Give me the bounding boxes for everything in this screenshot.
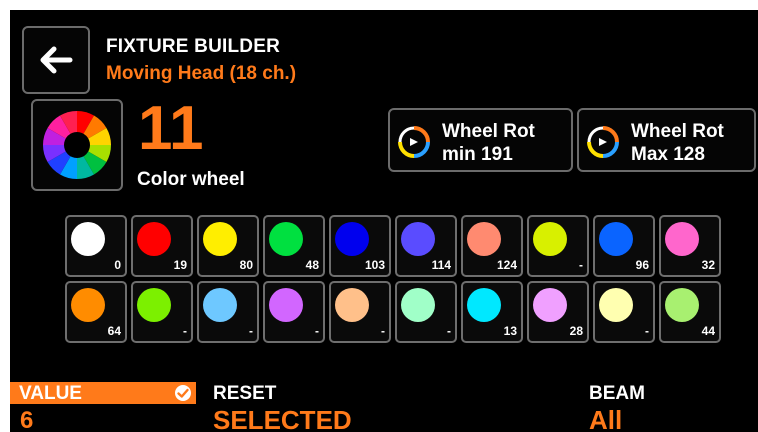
color-swatch bbox=[533, 288, 567, 322]
color-slot-value: 0 bbox=[114, 258, 121, 272]
color-swatch bbox=[335, 288, 369, 322]
color-swatch bbox=[71, 288, 105, 322]
color-slot[interactable]: 32 bbox=[659, 215, 721, 277]
color-slot[interactable]: 114 bbox=[395, 215, 457, 277]
arrow-left-icon bbox=[40, 46, 73, 74]
color-slot-value: 124 bbox=[496, 258, 517, 272]
color-slot-value: 64 bbox=[107, 324, 121, 338]
wheel-number: 11 bbox=[138, 94, 204, 163]
check-circle-icon bbox=[175, 385, 191, 401]
color-slot-value: 32 bbox=[701, 258, 715, 272]
color-slot[interactable]: - bbox=[197, 281, 259, 343]
color-slot-value: 44 bbox=[701, 324, 715, 338]
color-slot-value: - bbox=[579, 258, 583, 272]
color-slot-value: - bbox=[447, 324, 451, 338]
color-slot-value: - bbox=[249, 324, 253, 338]
color-slot-value: 103 bbox=[364, 258, 385, 272]
value-number: 6 bbox=[20, 407, 34, 432]
beam-all-button[interactable]: All bbox=[589, 405, 622, 432]
rot-min-value: min 191 bbox=[442, 144, 513, 165]
wheel-rot-min-button[interactable]: Wheel Rot min 191 bbox=[388, 108, 573, 172]
color-slot[interactable]: 28 bbox=[527, 281, 589, 343]
color-slot-value: 80 bbox=[239, 258, 253, 272]
color-slot[interactable]: 44 bbox=[659, 281, 721, 343]
color-swatch bbox=[269, 288, 303, 322]
color-swatch bbox=[203, 222, 237, 256]
color-swatch bbox=[137, 288, 171, 322]
color-slot-value: 96 bbox=[635, 258, 649, 272]
rot-max-value: Max 128 bbox=[631, 144, 705, 165]
color-slot-value: 114 bbox=[431, 258, 451, 272]
color-slot[interactable]: - bbox=[263, 281, 325, 343]
reset-selected-button[interactable]: SELECTED bbox=[213, 405, 352, 432]
value-tab[interactable]: VALUE bbox=[10, 382, 196, 404]
color-slot[interactable]: 96 bbox=[593, 215, 655, 277]
value-label: VALUE bbox=[19, 383, 82, 404]
rot-min-label: Wheel Rot bbox=[442, 121, 535, 142]
rotation-icon bbox=[587, 126, 619, 158]
wheel-label: Color wheel bbox=[137, 169, 245, 190]
color-swatch bbox=[599, 288, 633, 322]
color-slot[interactable]: 0 bbox=[65, 215, 127, 277]
color-slot-value: - bbox=[315, 324, 319, 338]
color-swatch bbox=[137, 222, 171, 256]
color-slot[interactable]: - bbox=[395, 281, 457, 343]
color-swatch bbox=[665, 288, 699, 322]
color-slot-value: 28 bbox=[569, 324, 583, 338]
color-swatch bbox=[335, 222, 369, 256]
color-swatch bbox=[269, 222, 303, 256]
page-title: FIXTURE BUILDER bbox=[106, 36, 280, 57]
rotation-icon bbox=[398, 126, 430, 158]
rot-max-label: Wheel Rot bbox=[631, 121, 724, 142]
color-slot-value: 13 bbox=[503, 324, 517, 338]
color-wheel-icon bbox=[43, 111, 111, 179]
color-slot[interactable]: 124 bbox=[461, 215, 523, 277]
color-slot[interactable]: - bbox=[131, 281, 193, 343]
reset-label[interactable]: RESET bbox=[213, 383, 276, 405]
color-swatch bbox=[467, 288, 501, 322]
fixture-name: Moving Head (18 ch.) bbox=[106, 63, 297, 84]
color-slot[interactable]: 13 bbox=[461, 281, 523, 343]
wheel-rot-max-button[interactable]: Wheel Rot Max 128 bbox=[577, 108, 756, 172]
beam-label[interactable]: BEAM bbox=[589, 383, 645, 405]
color-slot-value: - bbox=[183, 324, 187, 338]
color-slot-value: - bbox=[381, 324, 385, 338]
color-slot-value: 19 bbox=[173, 258, 187, 272]
color-swatch bbox=[665, 222, 699, 256]
color-swatch bbox=[467, 222, 501, 256]
color-slot[interactable]: 64 bbox=[65, 281, 127, 343]
color-slot[interactable]: 80 bbox=[197, 215, 259, 277]
color-slot-value: - bbox=[645, 324, 649, 338]
color-swatch bbox=[599, 222, 633, 256]
color-slot[interactable]: - bbox=[527, 215, 589, 277]
color-slot[interactable]: 103 bbox=[329, 215, 391, 277]
color-swatch bbox=[401, 222, 435, 256]
color-swatch bbox=[401, 288, 435, 322]
color-slot[interactable]: - bbox=[593, 281, 655, 343]
color-wheel-button[interactable] bbox=[31, 99, 123, 191]
back-button[interactable] bbox=[22, 26, 90, 94]
color-slot[interactable]: 48 bbox=[263, 215, 325, 277]
color-slot[interactable]: 19 bbox=[131, 215, 193, 277]
color-slot-grid: 0 19 80 48 103 114 124 - 96 32 64 - - - - - 13 28 - 44 bbox=[65, 215, 721, 343]
color-swatch bbox=[533, 222, 567, 256]
color-slot-value: 48 bbox=[305, 258, 319, 272]
color-swatch bbox=[203, 288, 237, 322]
fixture-builder-screen: FIXTURE BUILDER Moving Head (18 ch.) 11 … bbox=[10, 10, 758, 432]
color-swatch bbox=[71, 222, 105, 256]
color-slot[interactable]: - bbox=[329, 281, 391, 343]
